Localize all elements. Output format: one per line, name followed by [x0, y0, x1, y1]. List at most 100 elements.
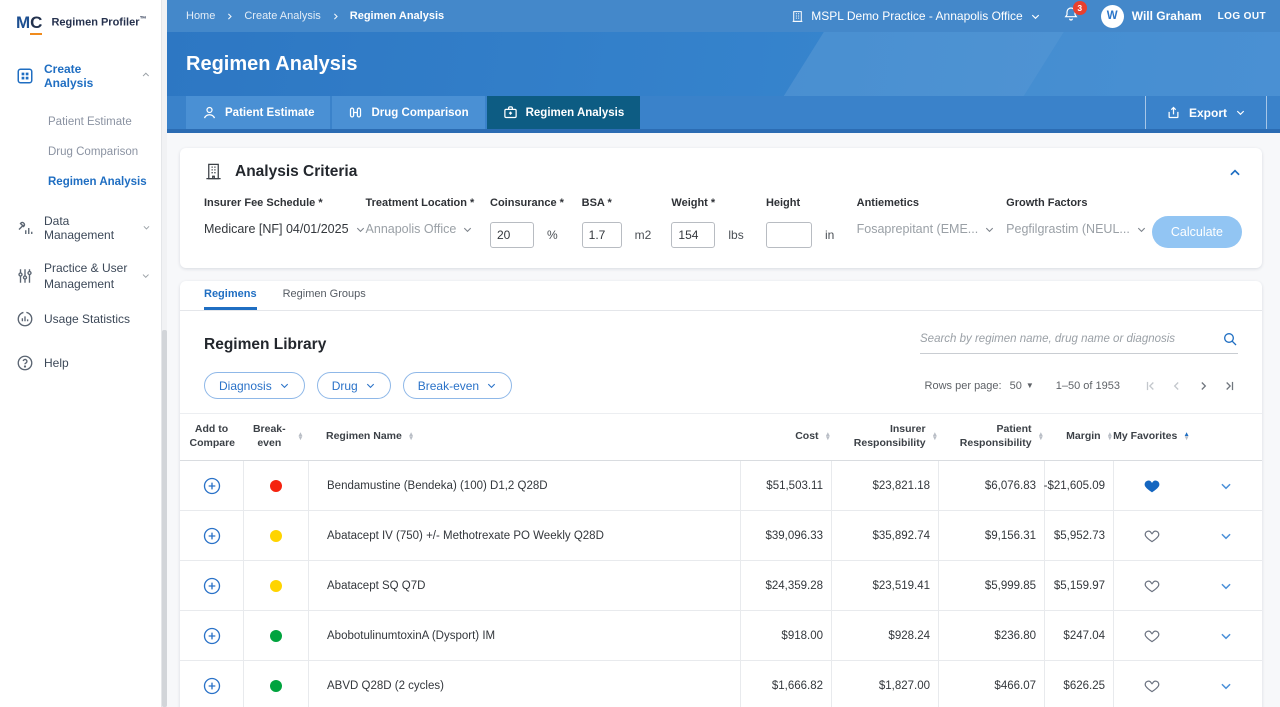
column-patient-responsibility[interactable]: Patient Responsibility ▲ ▼ — [938, 423, 1044, 450]
regimen-name: Abatacept SQ Q7D — [308, 561, 740, 611]
search-input[interactable] — [920, 333, 1222, 345]
coinsurance-input[interactable] — [490, 222, 534, 248]
cost-value: $39,096.33 — [740, 511, 831, 561]
top-bar: Home Create Analysis Regimen Analysis MS… — [167, 0, 1280, 32]
favorite-button[interactable] — [1144, 628, 1160, 644]
sidebar-item-data-management[interactable]: Data Management — [0, 205, 161, 251]
first-page-button[interactable] — [1142, 377, 1160, 395]
column-regimen-name[interactable]: Regimen Name ▲ ▼ — [308, 423, 740, 450]
margin-value: $5,159.97 — [1044, 561, 1113, 611]
page-scrollbar[interactable] — [162, 0, 167, 707]
height-input[interactable] — [765, 222, 812, 248]
scrollbar-thumb[interactable] — [162, 330, 167, 707]
search-field[interactable] — [920, 331, 1238, 354]
expand-row-button[interactable] — [1219, 679, 1233, 693]
sidebar-item-patient-estimate[interactable]: Patient Estimate — [0, 107, 161, 137]
weight-input[interactable] — [671, 222, 716, 248]
sidebar-item-create-analysis[interactable]: Create Analysis — [0, 53, 161, 99]
sliders-icon — [16, 267, 34, 285]
expand-row-button[interactable] — [1219, 579, 1233, 593]
practice-name: MSPL Demo Practice - Annapolis Office — [811, 9, 1023, 23]
sidebar-item-usage-statistics[interactable]: Usage Statistics — [0, 301, 161, 337]
add-to-compare-button[interactable] — [202, 526, 222, 546]
practice-selector[interactable]: MSPL Demo Practice - Annapolis Office — [791, 9, 1040, 23]
treatment-location-select[interactable]: Annapolis Office — [366, 222, 490, 236]
expand-row-button[interactable] — [1219, 629, 1233, 643]
cost-value: $24,359.28 — [740, 561, 831, 611]
antiemetics-select[interactable]: Fosaprepitant (EME... — [857, 222, 1007, 236]
user-menu[interactable]: W Will Graham — [1100, 4, 1202, 28]
table-row[interactable]: Bendamustine (Bendeka) (100) D1,2 Q28D $… — [180, 461, 1262, 512]
app-logo[interactable]: MC Regimen Profiler™ — [0, 0, 161, 43]
logout-button[interactable]: LOG OUT — [1218, 11, 1266, 22]
tab-patient-estimate[interactable]: Patient Estimate — [186, 96, 331, 129]
add-to-compare-button[interactable] — [202, 576, 222, 596]
sort-icon[interactable]: ▲ ▼ — [297, 431, 303, 442]
sidebar-item-label: Practice & User Management — [44, 261, 128, 292]
sidebar-item-help[interactable]: Help — [0, 345, 161, 381]
search-icon[interactable] — [1222, 331, 1238, 347]
drug-comparison-icon — [350, 107, 362, 118]
patient-responsibility-value: $6,076.83 — [938, 461, 1044, 511]
column-margin[interactable]: Margin ▲ ▼ — [1044, 423, 1113, 450]
filter-diagnosis[interactable]: Diagnosis — [204, 372, 305, 399]
sidebar-item-drug-comparison[interactable]: Drug Comparison — [0, 137, 161, 167]
chevron-up-icon — [141, 69, 151, 83]
chevron-down-icon — [356, 227, 364, 232]
column-insurer-responsibility[interactable]: Insurer Responsibility ▲ ▼ — [831, 423, 938, 450]
bsa-input[interactable] — [581, 222, 622, 248]
rows-per-page-select[interactable]: 50 ▼ — [1010, 380, 1034, 392]
column-break-even[interactable]: Break-even ▲ ▼ — [243, 423, 308, 450]
table-row[interactable]: ABVD Q28D (2 cycles) $1,666.82 $1,827.00… — [180, 661, 1262, 707]
chevron-down-icon — [1031, 14, 1039, 19]
export-button[interactable]: Export — [1144, 96, 1267, 129]
column-cost[interactable]: Cost ▲ ▼ — [740, 423, 831, 450]
analysis-criteria-panel: Analysis Criteria Insurer Fee Schedule *… — [180, 148, 1262, 268]
collapse-chevron-icon[interactable] — [1228, 166, 1242, 180]
sort-icon-active[interactable]: ▲ ▼ — [1183, 431, 1189, 442]
next-page-button[interactable] — [1194, 377, 1212, 395]
criteria-title: Analysis Criteria — [235, 162, 358, 180]
sort-icon[interactable]: ▲ ▼ — [408, 431, 414, 442]
chevron-down-icon — [366, 383, 374, 389]
tab-regimen-groups[interactable]: Regimen Groups — [283, 288, 366, 310]
cost-value: $1,666.82 — [740, 661, 831, 707]
favorite-button[interactable] — [1144, 528, 1160, 544]
favorite-button[interactable] — [1144, 678, 1160, 694]
insurer-responsibility-value: $23,519.41 — [831, 561, 938, 611]
favorite-button[interactable] — [1144, 578, 1160, 594]
table-row[interactable]: AbobotulinumtoxinA (Dysport) IM $918.00 … — [180, 611, 1262, 662]
chevron-down-icon — [280, 383, 288, 389]
add-to-compare-button[interactable] — [202, 626, 222, 646]
tab-regimens[interactable]: Regimens — [204, 288, 257, 310]
margin-value: $247.04 — [1044, 611, 1113, 661]
expand-row-button[interactable] — [1219, 529, 1233, 543]
expand-row-button[interactable] — [1219, 479, 1233, 493]
favorite-button[interactable] — [1144, 478, 1160, 494]
last-page-button[interactable] — [1220, 377, 1238, 395]
chevron-down-icon — [986, 227, 994, 232]
sidebar-item-practice-user-management[interactable]: Practice & User Management — [0, 251, 161, 301]
app-name: Regimen Profiler™ — [51, 16, 147, 29]
sidebar-item-regimen-analysis[interactable]: Regimen Analysis — [0, 167, 161, 197]
tab-drug-comparison[interactable]: Drug Comparison — [332, 96, 485, 129]
notifications-button[interactable]: 3 — [1063, 0, 1087, 27]
table-row[interactable]: Abatacept IV (750) +/- Methotrexate PO W… — [180, 511, 1262, 562]
insurer-fee-schedule-select[interactable]: Medicare [NF] 04/01/2025 — [204, 222, 366, 236]
growth-factors-select[interactable]: Pegfilgrastim (NEUL... — [1006, 222, 1152, 236]
table-row[interactable]: Abatacept SQ Q7D $24,359.28 $23,519.41 $… — [180, 561, 1262, 612]
filter-drug[interactable]: Drug — [316, 372, 391, 399]
breadcrumb-create-analysis[interactable]: Create Analysis — [244, 10, 320, 22]
add-to-compare-button[interactable] — [202, 476, 222, 496]
calculate-button[interactable]: Calculate — [1151, 216, 1242, 248]
page-header: Regimen Analysis — [167, 32, 1280, 96]
breadcrumb-home[interactable]: Home — [186, 10, 215, 22]
field-treatment-location: Treatment Location * Annapolis Office — [366, 197, 490, 236]
column-expand — [1190, 423, 1262, 450]
regimen-name: Bendamustine (Bendeka) (100) D1,2 Q28D — [308, 461, 740, 511]
filter-break-even[interactable]: Break-even — [402, 372, 513, 399]
previous-page-button[interactable] — [1168, 377, 1186, 395]
column-my-favorites[interactable]: My Favorites ▲ ▼ — [1113, 423, 1190, 450]
tab-regimen-analysis[interactable]: Regimen Analysis — [486, 96, 641, 129]
add-to-compare-button[interactable] — [202, 676, 222, 696]
